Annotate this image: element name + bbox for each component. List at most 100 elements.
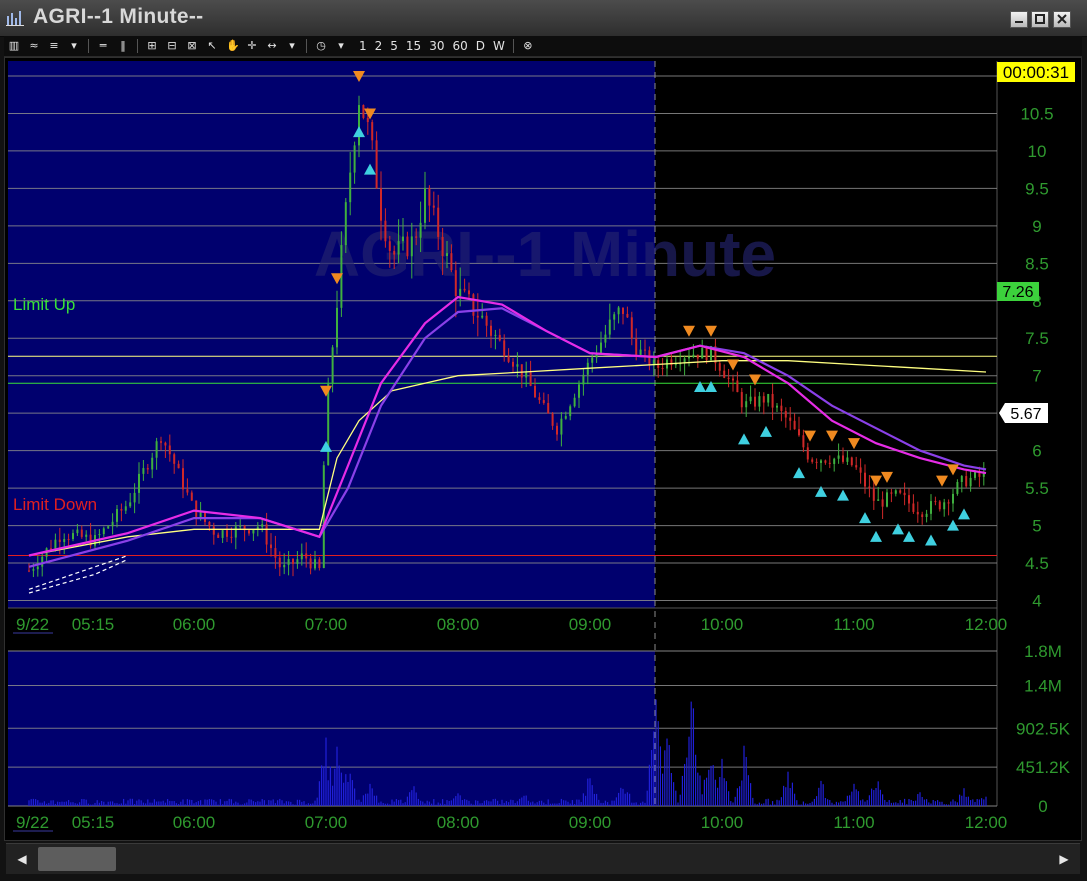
price-time-label: 09:00 xyxy=(569,615,612,634)
chart-canvas[interactable]: AGRI--1 Minute 1110.5109.598.587.576.565… xyxy=(5,58,1081,840)
price-candle-body xyxy=(494,334,497,336)
price-candle-body xyxy=(50,548,52,550)
interval-weekly-button[interactable]: W xyxy=(491,37,507,55)
price-candle-body xyxy=(476,315,479,318)
price-candle-body xyxy=(366,117,369,123)
price-candle-body xyxy=(859,467,862,473)
sell-signal-marker xyxy=(826,430,838,442)
price-candle-body xyxy=(886,492,888,507)
chart-style-icon[interactable]: ▥ xyxy=(6,40,22,52)
interval-30-button[interactable]: 30 xyxy=(427,37,446,55)
price-candle-body xyxy=(226,530,228,537)
price-tick-label: 9 xyxy=(1032,217,1041,236)
price-candle-body xyxy=(318,559,321,568)
price-time-label: 05:15 xyxy=(72,615,115,634)
price-candle-body xyxy=(331,347,334,385)
zoom-out-icon[interactable]: ⊟ xyxy=(164,40,180,52)
price-candle-body xyxy=(371,122,374,141)
price-candle-body xyxy=(437,207,440,237)
price-candle-body xyxy=(446,253,448,257)
volume-tick-label: 1.4M xyxy=(1024,676,1062,695)
price-candle-body xyxy=(938,501,941,510)
crosshair-icon[interactable]: ✛ xyxy=(244,40,260,52)
clock-icon[interactable]: ◷ xyxy=(313,40,329,52)
price-candle-body xyxy=(824,460,827,463)
scroll-right-arrow-icon[interactable]: ▶ xyxy=(1050,846,1078,872)
price-candle-body xyxy=(221,530,224,538)
restore-icon[interactable] xyxy=(1031,11,1049,28)
price-candle-body xyxy=(820,460,822,463)
interval-5-button[interactable]: 5 xyxy=(388,37,400,55)
price-tick-label: 7 xyxy=(1032,367,1041,386)
dropdown-arrow-icon[interactable]: ▾ xyxy=(333,40,349,52)
title-bar[interactable]: AGRI--1 Minute-- xyxy=(0,0,1087,37)
sell-signal-marker xyxy=(804,430,816,442)
dropdown-arrow-icon[interactable]: ▾ xyxy=(284,40,300,52)
zoom-fit-icon[interactable]: ⊠ xyxy=(184,40,200,52)
price-candle-body xyxy=(142,468,145,474)
sell-signal-marker xyxy=(947,464,959,476)
price-candle-body xyxy=(296,559,299,564)
vertical-lines-icon[interactable]: ‖ xyxy=(115,40,131,52)
price-candle-body xyxy=(529,372,532,386)
price-candle-body xyxy=(762,396,765,403)
cancel-icon[interactable]: ⊗ xyxy=(520,40,536,52)
buy-signal-marker xyxy=(760,425,772,437)
price-candle-body xyxy=(393,250,396,255)
scroll-left-arrow-icon[interactable]: ◀ xyxy=(8,846,36,872)
price-candle-body xyxy=(732,378,734,381)
price-candle-body xyxy=(868,486,871,489)
buy-signal-marker xyxy=(705,380,717,392)
cursor-link-icon[interactable]: ≈ xyxy=(26,40,42,52)
price-tick-label: 6 xyxy=(1032,442,1041,461)
price-candle-body xyxy=(76,529,79,534)
price-candle-body xyxy=(648,350,651,366)
price-candle-body xyxy=(551,413,554,426)
interval-1-button[interactable]: 1 xyxy=(357,37,369,55)
zoom-in-icon[interactable]: ⊞ xyxy=(144,40,160,52)
price-candle-body xyxy=(578,384,580,398)
volume-tick-label: 451.2K xyxy=(1016,758,1071,777)
interval-60-button[interactable]: 60 xyxy=(450,37,469,55)
price-candle-body xyxy=(336,307,338,348)
price-candle-body xyxy=(498,334,501,341)
price-candle-body xyxy=(802,435,805,448)
measure-icon[interactable]: ↔ xyxy=(264,40,280,52)
buy-signal-marker xyxy=(925,534,937,546)
price-candle-body xyxy=(424,188,426,223)
interval-daily-button[interactable]: D xyxy=(474,37,487,55)
symbol-watermark: AGRI--1 Minute xyxy=(314,218,776,290)
interval-15-button[interactable]: 15 xyxy=(404,37,423,55)
price-candle-body xyxy=(454,270,457,296)
indicator-icon[interactable]: ≡ xyxy=(46,40,62,52)
price-candle-body xyxy=(28,570,30,572)
price-candle-body xyxy=(402,236,404,242)
close-icon[interactable] xyxy=(1053,11,1071,28)
price-candle-body xyxy=(468,290,470,295)
horizontal-scrollbar[interactable]: ◀ ▶ xyxy=(6,843,1080,874)
price-candle-body xyxy=(265,524,268,545)
sell-signal-marker xyxy=(683,325,695,337)
sell-signal-marker xyxy=(749,374,761,386)
price-candle-body xyxy=(270,544,272,549)
scroll-thumb[interactable] xyxy=(38,847,116,871)
price-candle-body xyxy=(450,253,453,271)
chart-area[interactable]: AGRI--1 Minute 1110.5109.598.587.576.565… xyxy=(4,57,1082,841)
price-candle-body xyxy=(463,288,466,291)
price-candle-body xyxy=(234,526,237,538)
bar-chart-icon xyxy=(6,11,24,26)
last-price-tag: 5.67 xyxy=(1010,406,1041,423)
price-candle-body xyxy=(877,499,880,501)
interval-2-button[interactable]: 2 xyxy=(373,37,385,55)
price-candle-body xyxy=(965,476,968,487)
minimize-icon[interactable] xyxy=(1010,11,1028,28)
pointer-icon[interactable]: ↖ xyxy=(204,40,220,52)
price-candle-body xyxy=(327,384,330,466)
price-candle-body xyxy=(384,220,387,242)
hand-icon[interactable]: ✋ xyxy=(224,40,240,52)
price-candle-body xyxy=(661,367,664,369)
horizontal-lines-icon[interactable]: ═ xyxy=(95,40,111,52)
price-candle-body xyxy=(164,442,167,446)
dropdown-arrow-icon[interactable]: ▾ xyxy=(66,40,82,52)
price-candle-body xyxy=(124,506,127,511)
